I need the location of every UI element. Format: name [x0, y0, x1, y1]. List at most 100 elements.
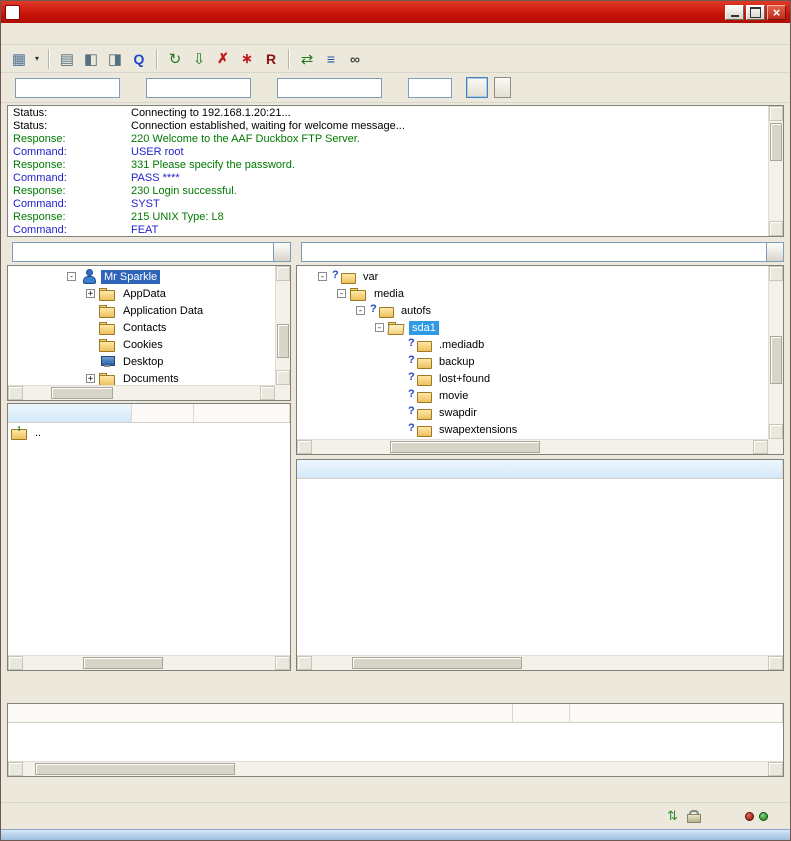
file-row[interactable]: ..: [8, 423, 290, 442]
scroll-up-button[interactable]: [769, 266, 783, 281]
expander-icon[interactable]: [318, 272, 327, 281]
expander-icon[interactable]: [337, 289, 346, 298]
menu-item[interactable]: [103, 31, 119, 37]
scroll-right-button[interactable]: [260, 386, 275, 400]
quickconnect-button[interactable]: [466, 77, 488, 98]
tree-item[interactable]: backup: [297, 353, 768, 370]
menu-item[interactable]: [119, 31, 135, 37]
remote-tree-vscrollbar[interactable]: [768, 266, 783, 439]
scrollbar-thumb[interactable]: [390, 441, 540, 453]
host-input[interactable]: [15, 78, 120, 98]
local-tree-vscrollbar[interactable]: [275, 266, 290, 385]
menu-item[interactable]: [87, 31, 103, 37]
scroll-up-button[interactable]: [276, 266, 290, 281]
scrollbar-thumb[interactable]: [51, 387, 113, 399]
scroll-left-button[interactable]: [297, 656, 312, 670]
minimize-button[interactable]: [725, 5, 744, 20]
refresh-button[interactable]: ↻: [163, 48, 187, 70]
log-scrollbar[interactable]: [768, 106, 783, 236]
scrollbar-thumb[interactable]: [277, 324, 289, 358]
scroll-left-button[interactable]: [297, 440, 312, 454]
local-site-combobox[interactable]: [12, 242, 291, 262]
scroll-left-button[interactable]: [8, 762, 23, 776]
scroll-left-button[interactable]: [8, 656, 23, 670]
site-manager-dropdown[interactable]: ▾: [31, 48, 43, 70]
scroll-left-button[interactable]: [8, 386, 23, 400]
tree-item[interactable]: AppData: [8, 285, 275, 302]
tree-item[interactable]: swapdir: [297, 404, 768, 421]
scrollbar-thumb[interactable]: [770, 123, 782, 161]
password-input[interactable]: [277, 78, 382, 98]
site-manager-button[interactable]: ▦: [7, 48, 31, 70]
filetype-column-header[interactable]: [194, 404, 290, 422]
filename-column-header[interactable]: [8, 404, 132, 422]
title-bar[interactable]: [1, 1, 790, 23]
queue-list[interactable]: [8, 723, 783, 761]
tree-item[interactable]: movie: [297, 387, 768, 404]
menu-item[interactable]: [23, 31, 39, 37]
port-input[interactable]: [408, 78, 452, 98]
menu-item[interactable]: [7, 31, 23, 37]
remote-site-combobox[interactable]: [301, 242, 784, 262]
menu-item[interactable]: [55, 31, 71, 37]
scrollbar-thumb[interactable]: [35, 763, 235, 775]
remote-file-column-header[interactable]: [570, 704, 783, 722]
message-log[interactable]: Status: Connecting to 192.168.1.20:21...…: [7, 105, 784, 237]
disconnect-button[interactable]: ∗: [235, 48, 259, 70]
toggle-remote-tree-button[interactable]: ◨: [103, 48, 127, 70]
menu-item[interactable]: [71, 31, 87, 37]
expander-icon[interactable]: [86, 289, 95, 298]
quickconnect-dropdown-button[interactable]: [494, 77, 511, 98]
process-queue-button[interactable]: ⇩: [187, 48, 211, 70]
cancel-button[interactable]: ✗: [211, 48, 235, 70]
find-files-button[interactable]: ∞: [343, 48, 367, 70]
reconnect-button[interactable]: R: [259, 48, 283, 70]
expander-icon[interactable]: [86, 374, 95, 383]
expander-icon[interactable]: [67, 272, 76, 281]
tree-item[interactable]: swapextensions: [297, 421, 768, 438]
menu-item[interactable]: [39, 31, 55, 37]
dropdown-icon[interactable]: [273, 243, 290, 261]
toggle-queue-button[interactable]: Q: [127, 48, 151, 70]
tree-item[interactable]: autofs: [297, 302, 768, 319]
expander-icon[interactable]: [375, 323, 384, 332]
close-button[interactable]: [767, 5, 786, 20]
tree-item[interactable]: .mediadb: [297, 336, 768, 353]
server-local-file-column-header[interactable]: [8, 704, 513, 722]
scroll-right-button[interactable]: [768, 656, 783, 670]
scrollbar-thumb[interactable]: [83, 657, 163, 669]
tree-item[interactable]: lost+found: [297, 370, 768, 387]
dropdown-icon[interactable]: [766, 243, 783, 261]
scrollbar-thumb[interactable]: [352, 657, 522, 669]
toggle-log-button[interactable]: ▤: [55, 48, 79, 70]
queue-hscrollbar[interactable]: [8, 761, 783, 776]
toggle-local-tree-button[interactable]: ◧: [79, 48, 103, 70]
tree-item[interactable]: Documents: [8, 370, 275, 385]
tree-item[interactable]: var: [297, 268, 768, 285]
remote-tree-pane[interactable]: var media autofs sda1 .mediadb: [296, 265, 784, 455]
scrollbar-thumb[interactable]: [770, 336, 782, 384]
direction-column-header[interactable]: [513, 704, 570, 722]
local-file-list[interactable]: ..: [7, 403, 291, 671]
tree-item[interactable]: Application Data: [8, 302, 275, 319]
local-tree-hscrollbar[interactable]: [8, 385, 275, 400]
tree-item[interactable]: Mr Sparkle: [8, 268, 275, 285]
scroll-up-button[interactable]: [769, 106, 783, 121]
tree-item[interactable]: Desktop: [8, 353, 275, 370]
remote-list-hscrollbar[interactable]: [297, 655, 783, 670]
directory-comparison-button[interactable]: ≡: [319, 48, 343, 70]
local-tree-pane[interactable]: Mr Sparkle AppData Application Data Cont…: [7, 265, 291, 401]
scroll-right-button[interactable]: [753, 440, 768, 454]
scroll-down-button[interactable]: [769, 424, 783, 439]
scroll-right-button[interactable]: [275, 656, 290, 670]
scroll-right-button[interactable]: [768, 762, 783, 776]
tree-item[interactable]: sda1: [297, 319, 768, 336]
remote-tree-hscrollbar[interactable]: [297, 439, 768, 454]
scroll-down-button[interactable]: [276, 370, 290, 385]
expander-icon[interactable]: [356, 306, 365, 315]
username-input[interactable]: [146, 78, 251, 98]
remote-file-list[interactable]: [296, 459, 784, 671]
tree-item[interactable]: media: [297, 285, 768, 302]
tree-item[interactable]: Cookies: [8, 336, 275, 353]
synchronize-browsing-button[interactable]: ⇄: [295, 48, 319, 70]
